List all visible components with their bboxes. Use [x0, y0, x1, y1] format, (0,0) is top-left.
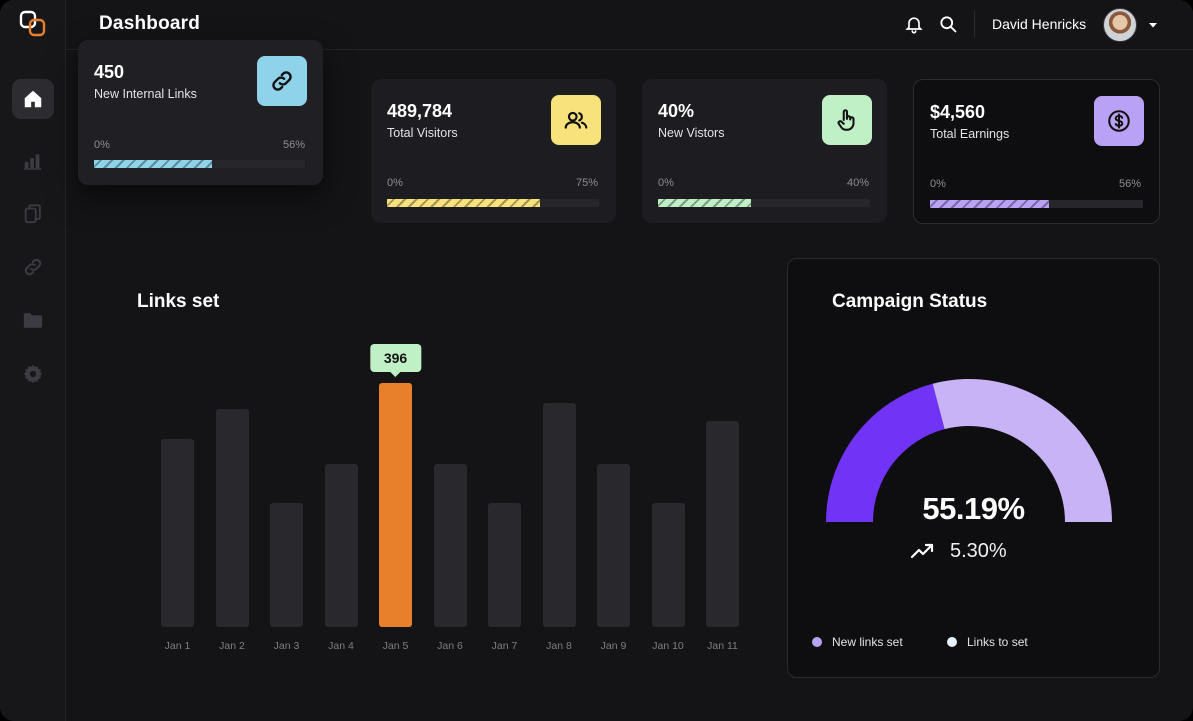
campaign-delta-value: 5.30%: [950, 539, 1007, 562]
legend-dot: [947, 637, 957, 647]
progress-min: 0%: [930, 178, 946, 190]
progress-min: 0%: [94, 139, 110, 151]
progress-fill: [658, 199, 752, 207]
stat-icon-badge: [1094, 96, 1144, 146]
stat-card-new-visitors[interactable]: 40% New Vistors 0% 40%: [642, 79, 887, 223]
bar-chart-icon: [23, 154, 42, 170]
x-tick-label: Jan 5: [382, 640, 409, 652]
campaign-value: 55.19%: [922, 491, 1025, 526]
stat-icon-badge: [257, 56, 307, 106]
legend-item-new-links-set: New links set: [812, 635, 903, 649]
dollar-icon: [1108, 110, 1130, 132]
progress-track: [387, 199, 599, 207]
bar[interactable]: [597, 464, 630, 627]
progress-max: 56%: [1118, 178, 1141, 190]
campaign-delta: 5.30%: [910, 539, 1007, 563]
progress-max: 56%: [282, 139, 305, 151]
legend-dot: [812, 637, 822, 647]
links-bar-chart: Jan 1 Jan 2 Jan 3 Jan 4 Jan 5 396 Jan 6 Jan 7 Ja…: [140, 330, 760, 670]
legend-item-links-to-set: Links to set: [947, 635, 1028, 649]
pointer-hand-icon: [837, 109, 855, 131]
bar[interactable]: [488, 502, 521, 627]
bar[interactable]: [706, 420, 739, 627]
progress-fill: [930, 200, 1050, 208]
bar[interactable]: [161, 439, 194, 627]
dashboard-window: Dashboard David Henricks 450 New Interna…: [0, 0, 1193, 721]
stat-value: 489,784: [387, 101, 453, 121]
x-tick-label: Jan 2: [219, 640, 245, 652]
bar[interactable]: [542, 403, 576, 627]
progress-track: [930, 200, 1143, 208]
home-icon: [24, 90, 42, 108]
stat-value: $4,560: [930, 102, 986, 122]
stat-label: New Internal Links: [94, 87, 197, 101]
stat-card-internal-links[interactable]: 450 New Internal Links 0% 56%: [78, 40, 323, 185]
stat-icon-badge: [551, 95, 601, 145]
x-tick-label: Jan 8: [546, 640, 572, 652]
progress-fill: [387, 199, 540, 207]
progress-max: 75%: [575, 177, 598, 189]
bar-value-tooltip: 396: [369, 344, 422, 378]
x-tick-label: Jan 11: [707, 640, 738, 652]
sidebar-item-home[interactable]: [12, 79, 54, 119]
progress-track: [94, 160, 305, 168]
progress-max: 40%: [846, 177, 869, 189]
legend-label: Links to set: [967, 635, 1028, 649]
links-chart-title: Links set: [137, 291, 220, 312]
avatar[interactable]: [1103, 8, 1137, 42]
bar[interactable]: [270, 502, 303, 627]
progress-fill: [94, 160, 213, 168]
x-tick-label: Jan 7: [491, 640, 518, 652]
x-tick-label: Jan 10: [652, 640, 684, 652]
stat-value: 450: [94, 62, 125, 82]
trending-up-icon: [910, 543, 934, 559]
user-name[interactable]: David Henricks: [992, 16, 1086, 32]
x-tick-label: Jan 6: [437, 640, 463, 652]
link-icon: [272, 71, 292, 91]
search-icon[interactable]: [938, 14, 958, 34]
stat-card-total-earnings[interactable]: $4,560 Total Earnings 0% 56%: [913, 79, 1160, 224]
x-tick-label: Jan 4: [328, 640, 354, 652]
sidebar-item-settings[interactable]: [12, 354, 54, 394]
bar-highlighted[interactable]: [379, 383, 412, 627]
progress-min: 0%: [387, 177, 403, 189]
sidebar-item-links[interactable]: [12, 247, 54, 287]
x-tick-label: Jan 1: [164, 640, 191, 652]
bell-icon[interactable]: [904, 14, 924, 34]
users-icon: [564, 111, 588, 129]
documents-icon: [24, 204, 41, 224]
stat-label: New Vistors: [658, 126, 725, 140]
folder-icon: [23, 313, 43, 328]
stat-label: Total Earnings: [930, 127, 1010, 141]
sidebar-item-analytics[interactable]: [12, 140, 54, 180]
stat-value: 40%: [658, 101, 695, 121]
progress-track: [658, 199, 870, 207]
stat-card-total-visitors[interactable]: 489,784 Total Visitors 0% 75%: [371, 79, 616, 223]
progress-min: 0%: [658, 177, 674, 189]
bar[interactable]: [651, 502, 685, 627]
sidebar-item-folders[interactable]: [12, 300, 54, 340]
sidebar-item-documents[interactable]: [12, 194, 54, 234]
sidebar: [0, 0, 66, 721]
legend-label: New links set: [832, 635, 903, 649]
x-tick-label: Jan 3: [273, 640, 300, 652]
bar[interactable]: [324, 464, 358, 627]
page-title: Dashboard: [99, 13, 201, 34]
stat-icon-badge: [822, 95, 872, 145]
link-icon: [24, 258, 42, 276]
stat-label: Total Visitors: [387, 126, 458, 140]
bar[interactable]: [215, 408, 249, 627]
app-logo-icon[interactable]: [19, 10, 47, 38]
x-tick-label: Jan 9: [600, 640, 627, 652]
campaign-status-panel: Campaign Status 55.19% 5.30% New links s…: [787, 258, 1160, 678]
gear-icon: [23, 364, 43, 384]
chevron-down-icon[interactable]: [1146, 18, 1160, 32]
header-divider: [974, 10, 975, 38]
campaign-title: Campaign Status: [832, 291, 988, 312]
bar[interactable]: [433, 464, 467, 627]
